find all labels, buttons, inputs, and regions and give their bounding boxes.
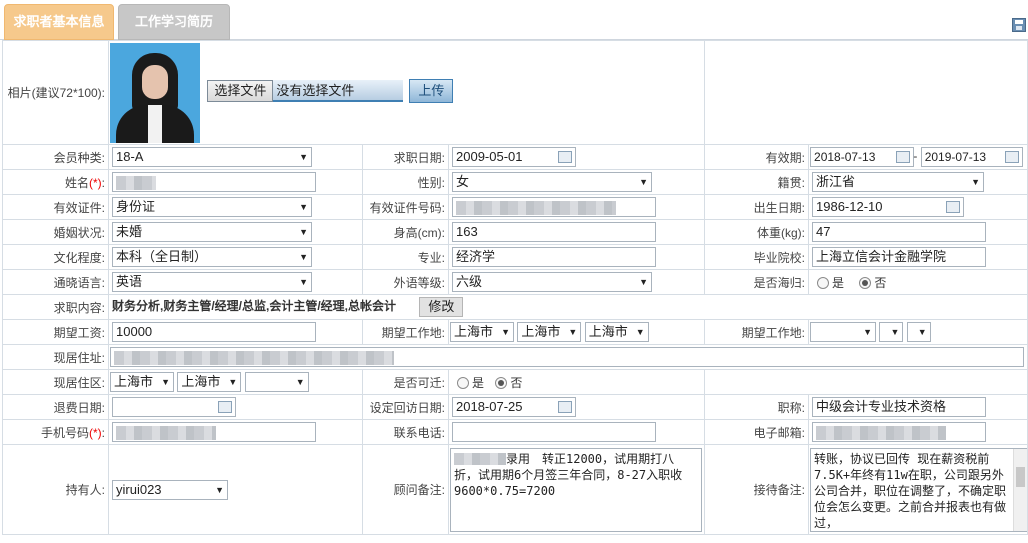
major-input[interactable]: 经济学 [452,247,656,267]
calendar-icon[interactable] [558,151,572,163]
marriage-select[interactable]: 未婚 ▼ [112,222,312,242]
job-content-label: 求职内容: [2,294,109,320]
relocate-no-radio[interactable] [495,377,508,390]
id-number-input[interactable] [452,197,656,217]
major-label: 专业: [362,244,449,270]
tab-work-history[interactable]: 工作学习简历 [118,4,230,40]
work-place-2-district-select[interactable]: ▼ [906,322,931,342]
work-place-province-select[interactable]: 上海市 ▼ [450,322,514,342]
tab-bar: 求职者基本信息 工作学习简历 [0,0,1028,40]
gender-select[interactable]: 女 ▼ [452,172,652,192]
salary-label: 期望工资: [2,319,109,345]
work-place-2-province-select[interactable]: ▼ [810,322,877,342]
tab-basic-info[interactable]: 求职者基本信息 [4,4,114,40]
returnee-label: 是否海归: [704,269,810,295]
language-level-select[interactable]: 六级 ▼ [452,272,652,292]
gender-label: 性别: [362,169,449,195]
district-label: 现居住区: [2,369,109,395]
marriage-label: 婚姻状况: [2,219,109,245]
work-place-label: 期望工作地: [362,319,449,345]
consultant-note-label: 顾问备注: [362,444,449,535]
modify-button[interactable]: 修改 [419,297,464,317]
valid-period-label: 有效期: [704,144,810,170]
birth-date-label: 出生日期: [704,194,810,220]
refund-date-label: 退费日期: [2,394,109,420]
height-label: 身高(cm): [362,219,449,245]
file-name-display: 没有选择文件 [273,79,404,102]
phone-input[interactable] [452,422,656,442]
school-input[interactable]: 上海立信会计金融学院 [812,247,987,267]
upload-button[interactable]: 上传 [409,78,454,103]
mobile-input[interactable] [112,422,316,442]
email-input[interactable] [812,422,987,442]
language-label: 通晓语言: [2,269,109,295]
calendar-icon[interactable] [946,201,961,213]
reception-note-label: 接待备注: [704,444,810,535]
job-content-value: 财务分析,财务主管/经理/总监,会计主管/经理,总帐会计 [112,299,397,314]
height-input[interactable]: 163 [452,222,656,242]
id-number-label: 有效证件号码: [362,194,449,220]
visit-date-label: 设定回访日期: [362,394,449,420]
returnee-no-radio[interactable] [859,277,872,290]
email-label: 电子邮箱: [704,419,810,445]
work-place-2-label: 期望工作地: [704,319,810,345]
holder-label: 持有人: [2,444,109,535]
address-input[interactable] [110,347,1024,367]
calendar-icon[interactable] [558,401,572,413]
language-select[interactable]: 英语 ▼ [112,272,312,292]
work-place-2-city-select[interactable]: ▼ [879,322,904,342]
calendar-icon[interactable] [218,401,232,413]
calendar-icon[interactable] [896,151,911,163]
district-area-select[interactable]: ▼ [244,372,309,392]
member-type-select[interactable]: 18-A ▼ [112,147,312,167]
relocate-label: 是否可迁: [362,369,449,395]
consultant-note-textarea[interactable]: 录用 转正12000，试用期打八折，试用期6个月签三年合同，8-27入职收960… [450,447,702,532]
calendar-icon[interactable] [1004,151,1019,163]
textarea-scrollbar[interactable] [1013,448,1027,531]
work-place-city-select[interactable]: 上海市 ▼ [517,322,582,342]
holder-select[interactable]: yirui023 ▼ [112,479,228,500]
photo-label: 相片(建议72*100): [2,40,109,145]
education-label: 文化程度: [2,244,109,270]
hometown-select[interactable]: 浙江省 ▼ [812,172,985,192]
name-label: 姓名(*): [2,169,109,195]
save-icon[interactable] [1012,18,1026,32]
work-place-district-select[interactable]: 上海市 ▼ [584,322,649,342]
choose-file-button[interactable]: 选择文件 [207,79,274,102]
phone-label: 联系电话: [362,419,449,445]
relocate-yes-radio[interactable] [457,377,469,390]
address-label: 现居住址: [2,344,109,370]
hometown-label: 籍贯: [704,169,810,195]
name-input[interactable] [112,172,316,192]
reception-note-textarea[interactable]: 转账，协议已回传 现在薪资税前7.5K+年终有11w在职，公司跟另外公司合并，职… [810,447,1027,532]
applicant-photo [110,42,200,143]
language-level-label: 外语等级: [362,269,449,295]
apply-date-label: 求职日期: [362,144,449,170]
title-input[interactable]: 中级会计专业技术资格 [812,397,987,417]
title-label: 职称: [704,394,810,420]
salary-input[interactable]: 10000 [112,322,316,342]
id-type-select[interactable]: 身份证 ▼ [112,197,312,217]
school-label: 毕业院校: [704,244,810,270]
member-type-label: 会员种类: [2,144,109,170]
mobile-label: 手机号码(*): [2,419,109,445]
weight-input[interactable]: 47 [812,222,987,242]
job-seeker-form: 相片(建议72*100): 选择文件 没有选择文件 上传 会员种类: 18-A ▼ 求… [2,40,1028,535]
weight-label: 体重(kg): [704,219,810,245]
birth-date-input[interactable]: 1986-12-10 [812,197,965,217]
returnee-yes-radio[interactable] [817,277,830,290]
education-select[interactable]: 本科（全日制） ▼ [112,247,312,267]
district-province-select[interactable]: 上海市 ▼ [110,372,174,392]
id-type-label: 有效证件: [2,194,109,220]
district-city-select[interactable]: 上海市 ▼ [177,372,242,392]
